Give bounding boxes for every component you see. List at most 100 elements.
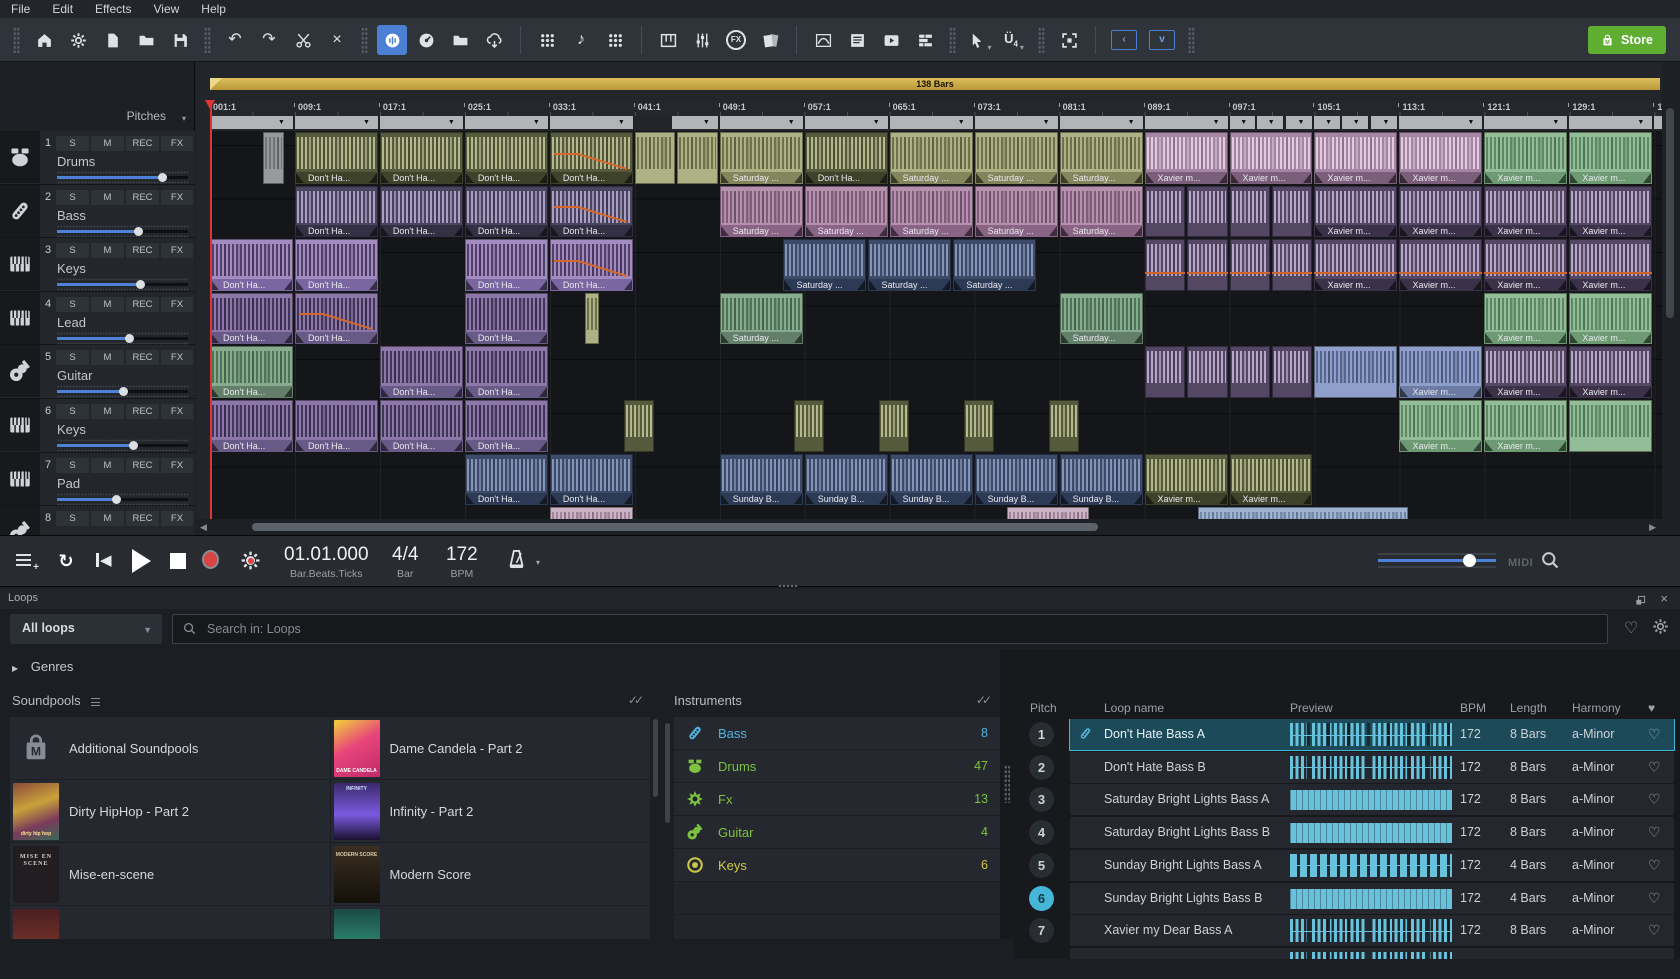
track-s-button[interactable]: S bbox=[56, 190, 89, 205]
track-name[interactable]: Keys bbox=[57, 261, 86, 276]
song-part-segment[interactable]: ▼ bbox=[550, 116, 634, 129]
audio-clip[interactable]: Xavier m... bbox=[1399, 400, 1482, 452]
audio-clip[interactable]: Don't Ha... bbox=[295, 132, 378, 184]
audio-clip[interactable]: Don't Ha... bbox=[295, 400, 378, 452]
audio-clip[interactable]: Don't Ha... bbox=[380, 400, 463, 452]
undock-panel-icon[interactable] bbox=[1635, 593, 1646, 611]
loop-preview-waveform[interactable] bbox=[1290, 854, 1452, 877]
song-part-segment[interactable]: ▼ bbox=[1371, 116, 1399, 129]
audio-clip[interactable] bbox=[677, 132, 717, 184]
sort-icon[interactable] bbox=[91, 698, 100, 706]
song-part-segment[interactable]: ▼ bbox=[1060, 116, 1144, 129]
audio-clip[interactable]: Xavier m... bbox=[1569, 186, 1652, 238]
soundpool-item[interactable]: DAME CANDELADame Candela - Part 2 bbox=[331, 717, 651, 779]
soundpool-item[interactable] bbox=[10, 906, 330, 939]
song-part-segment[interactable]: ▼ bbox=[1654, 116, 1662, 129]
loop-row-body[interactable]: Saturday Bright Lights Bass A1728 Barsa-… bbox=[1070, 784, 1674, 815]
song-part-segment[interactable]: ▼ bbox=[1399, 116, 1483, 129]
col-header-preview[interactable]: Preview bbox=[1290, 701, 1333, 715]
soundpool-item[interactable]: dirty hip hopDirty HipHop - Part 2 bbox=[10, 780, 330, 842]
audio-clip[interactable]: Don't Ha... bbox=[465, 239, 548, 291]
audio-clip[interactable]: Sunday B... bbox=[975, 454, 1058, 506]
audio-clip[interactable]: Xavier m... bbox=[1484, 293, 1567, 345]
loop-row[interactable] bbox=[1014, 948, 1680, 959]
skip-start-button[interactable]: ◀ bbox=[96, 551, 112, 569]
loop-toggle-button[interactable]: ↻ bbox=[46, 545, 86, 578]
col-header-bpm[interactable]: BPM bbox=[1460, 701, 1486, 715]
home-icon[interactable] bbox=[29, 25, 59, 55]
video-icon[interactable] bbox=[876, 25, 906, 55]
soundpools-scroll-thumb[interactable] bbox=[653, 719, 658, 797]
track-fx-button[interactable]: FX bbox=[161, 404, 193, 419]
store-button[interactable]: M Store bbox=[1588, 26, 1666, 54]
loops-settings-icon[interactable] bbox=[1652, 618, 1669, 640]
scroll-left-icon[interactable]: ◀ bbox=[200, 522, 207, 533]
audio-clip[interactable] bbox=[1198, 507, 1408, 519]
delete-icon[interactable]: × bbox=[322, 25, 352, 55]
track-volume-slider[interactable] bbox=[57, 225, 188, 238]
audio-clip[interactable]: Xavier m... bbox=[1484, 346, 1567, 398]
toolbar-grip[interactable] bbox=[204, 27, 211, 53]
horizontal-scroll-thumb[interactable] bbox=[252, 523, 1098, 531]
volume-knob[interactable] bbox=[134, 227, 143, 236]
pattern-grid-icon[interactable] bbox=[600, 25, 630, 55]
open-project-icon[interactable] bbox=[131, 25, 161, 55]
song-part-segment[interactable]: ▼ bbox=[672, 116, 719, 129]
audio-clip[interactable]: Xavier m... bbox=[1569, 346, 1652, 398]
loop-row-body[interactable]: Saturday Bright Lights Bass B1728 Barsa-… bbox=[1070, 817, 1674, 848]
track-m-button[interactable]: M bbox=[91, 350, 124, 365]
audio-clip[interactable]: Saturday... bbox=[1060, 132, 1143, 184]
loop-row-body[interactable]: Sunday Bright Lights Bass B1724 Barsa-Mi… bbox=[1070, 883, 1674, 914]
pitches-dropdown[interactable]: Pitches ▾ bbox=[127, 109, 186, 123]
track-name[interactable]: Lead bbox=[57, 315, 86, 330]
stop-button[interactable] bbox=[170, 553, 186, 569]
audio-clip[interactable] bbox=[263, 132, 284, 184]
audio-clip[interactable]: Don't Ha... bbox=[210, 239, 293, 291]
song-maker-icon[interactable]: ♪ bbox=[566, 25, 596, 55]
track-rec-button[interactable]: REC bbox=[126, 136, 159, 151]
audio-clip[interactable]: Saturday... bbox=[1060, 186, 1143, 238]
track-header[interactable]: 1SMRECFXDrums bbox=[0, 131, 195, 185]
song-part-segment[interactable]: ▼ bbox=[1484, 116, 1568, 129]
heart-icon[interactable]: ♥ bbox=[1648, 701, 1655, 715]
audio-clip[interactable] bbox=[1569, 400, 1652, 452]
loop-row-body[interactable]: Don't Hate Bass B1728 Barsa-Minor♡ bbox=[1070, 752, 1674, 783]
track-fx-button[interactable]: FX bbox=[161, 350, 193, 365]
audio-clip[interactable]: Xavier m... bbox=[1569, 293, 1652, 345]
song-part-segment[interactable]: ▼ bbox=[890, 116, 974, 129]
instruments-icon[interactable] bbox=[653, 25, 683, 55]
audio-clip[interactable]: Xavier m... bbox=[1484, 186, 1567, 238]
audio-clip[interactable]: Saturday ... bbox=[868, 239, 951, 291]
audio-clip[interactable] bbox=[624, 400, 654, 452]
audio-clip[interactable]: Xavier m... bbox=[1484, 400, 1567, 452]
loop-row[interactable]: 5Sunday Bright Lights Bass A1724 Barsa-M… bbox=[1014, 850, 1680, 881]
scroll-right-icon[interactable]: ▶ bbox=[1649, 522, 1656, 533]
launchpad-grid-icon[interactable] bbox=[532, 25, 562, 55]
col-header-name[interactable]: Loop name bbox=[1104, 701, 1164, 715]
audio-clip[interactable]: Saturday ... bbox=[783, 239, 866, 291]
audio-clip[interactable]: Saturday ... bbox=[890, 186, 973, 238]
audio-clip[interactable] bbox=[1145, 346, 1185, 398]
audio-clip[interactable]: Xavier m... bbox=[1314, 239, 1397, 291]
toolbar-grip[interactable] bbox=[949, 27, 956, 53]
menu-item-effects[interactable]: Effects bbox=[84, 0, 142, 18]
horizontal-scrollbar[interactable]: ◀ ▶ bbox=[196, 519, 1662, 535]
audio-clip[interactable] bbox=[1145, 186, 1185, 238]
audio-clip[interactable] bbox=[1272, 239, 1312, 291]
track-rec-button[interactable]: REC bbox=[126, 190, 159, 205]
col-header-pitch[interactable]: Pitch bbox=[1030, 701, 1057, 715]
track-header[interactable]: 5SMRECFXGuitar bbox=[0, 345, 195, 399]
pitch-badge[interactable]: 1 bbox=[1029, 722, 1054, 747]
audio-clip[interactable]: Saturday... bbox=[1060, 293, 1143, 345]
track-header[interactable]: 8SMRECFX bbox=[0, 506, 195, 535]
favorite-heart-icon[interactable]: ♡ bbox=[1648, 922, 1661, 939]
audio-clip[interactable]: Xavier m... bbox=[1145, 454, 1228, 506]
instrument-item-fx[interactable]: Fx13 bbox=[674, 783, 1000, 815]
instrument-item-drums[interactable]: Drums47 bbox=[674, 750, 1000, 782]
audio-clip[interactable]: Don't Ha... bbox=[550, 186, 633, 238]
audio-clip[interactable]: Don't Ha... bbox=[210, 293, 293, 345]
audio-clip[interactable]: Don't Ha... bbox=[295, 239, 378, 291]
volume-knob[interactable] bbox=[129, 441, 138, 450]
audio-clip[interactable]: Saturday ... bbox=[953, 239, 1036, 291]
loop-row-body[interactable] bbox=[1070, 948, 1674, 959]
